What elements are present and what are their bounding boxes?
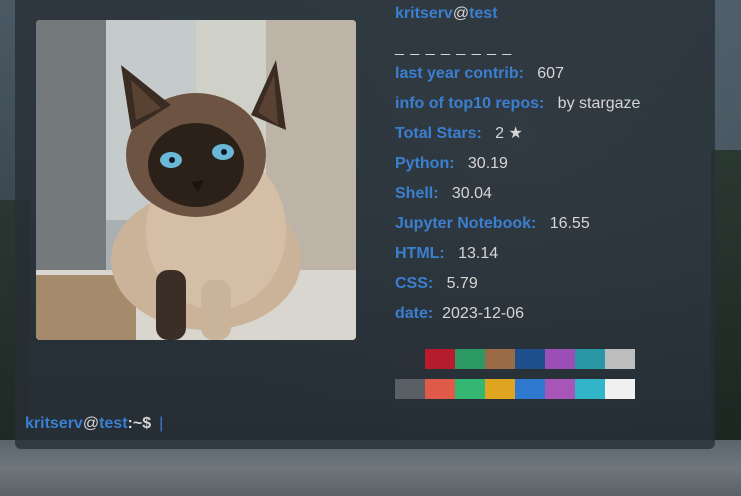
siamese-cat-photo-icon [36,20,356,340]
color-swatch [545,349,575,369]
stat-key: Jupyter Notebook: [395,215,537,232]
stat-row: last year contrib: 607 [395,64,564,84]
shell-prompt[interactable]: kritserv@test:~$ | [25,414,163,434]
stat-key: last year contrib: [395,65,524,82]
prompt-path: :~$ [127,415,152,432]
background-trees-right [711,150,741,450]
stat-value: 30.19 [467,155,508,172]
stat-value: by stargaze [557,95,641,112]
stat-value: 2 ★ [495,125,523,142]
stat-key: HTML: [395,245,445,262]
stat-key: CSS: [395,275,434,292]
stat-key: Total Stars: [395,125,482,142]
stat-key: info of top10 repos: [395,95,545,112]
color-swatch [395,379,425,399]
stat-row: Shell: 30.04 [395,184,492,204]
stat-value: 30.04 [451,185,492,202]
stat-key: Shell: [395,185,439,202]
stat-row: CSS: 5.79 [395,274,478,294]
color-swatch [515,379,545,399]
color-swatch [455,349,485,369]
color-swatch [485,349,515,369]
color-swatch [575,349,605,369]
stat-row: Jupyter Notebook: 16.55 [395,214,590,234]
prompt-cursor: | [159,415,164,432]
stat-value: 2023-12-06 [442,305,524,322]
color-swatch [485,379,515,399]
user-host-header: kritserv@test [395,4,498,24]
color-swatch [455,379,485,399]
color-swatch [605,349,635,369]
stat-row: HTML: 13.14 [395,244,498,264]
color-swatch [515,349,545,369]
stat-row: Total Stars: 2 ★ [395,124,523,144]
color-swatch [545,379,575,399]
at-symbol: @ [452,5,470,22]
color-swatch [605,379,635,399]
separator-line: _ _ _ _ _ _ _ _ [395,39,513,56]
color-swatch [395,349,425,369]
stat-value: 13.14 [458,245,499,262]
color-swatch [425,349,455,369]
stat-key: date: [395,305,434,322]
color-palette-row-1 [395,349,635,369]
stat-row: date: 2023-12-06 [395,304,524,324]
username: kritserv [395,5,453,22]
color-swatch [425,379,455,399]
stat-value: 5.79 [446,275,478,292]
hostname: test [469,5,498,22]
prompt-hostname: test [99,415,128,432]
stat-value: 607 [537,65,564,82]
color-palette-row-2 [395,379,635,399]
stat-key: Python: [395,155,455,172]
prompt-username: kritserv [25,415,83,432]
profile-photo [36,20,356,340]
stat-row: Python: 30.19 [395,154,508,174]
stat-row: info of top10 repos: by stargaze [395,94,640,114]
prompt-at-symbol: @ [82,415,100,432]
stat-value: 16.55 [549,215,590,232]
color-swatch [575,379,605,399]
